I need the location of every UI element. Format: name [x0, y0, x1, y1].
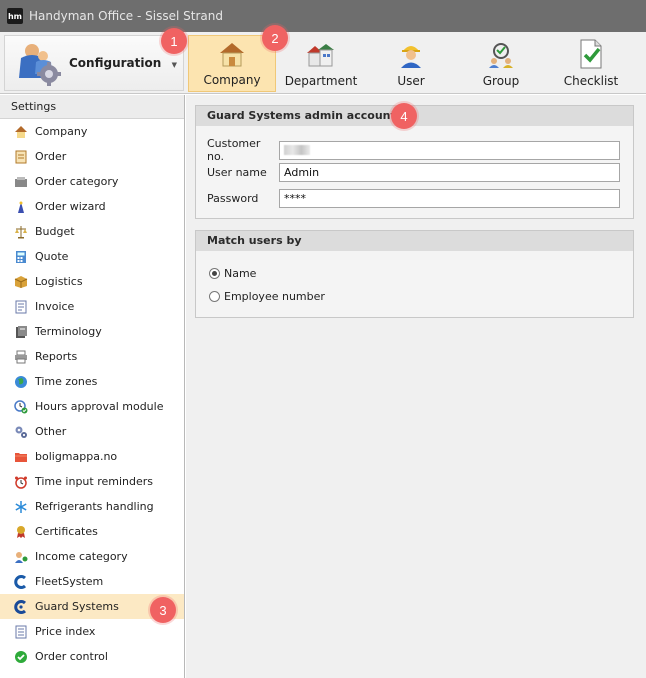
sidebar-item-order-wizard[interactable]: Order wizard: [0, 194, 184, 219]
buildings-icon: [307, 44, 334, 67]
tab-user[interactable]: User: [367, 35, 455, 92]
content-area: Guard Systems admin account Customer no.…: [186, 95, 646, 678]
alarm-icon: [15, 476, 27, 489]
house-icon: [220, 43, 244, 67]
sidebar-item-order-control[interactable]: Order control: [0, 644, 184, 669]
tab-checklist[interactable]: Checklist: [547, 35, 635, 92]
username-row: User name Admin: [207, 163, 620, 182]
customer-no-row: Customer no.: [207, 137, 620, 163]
customer-no-input[interactable]: [279, 140, 620, 160]
sidebar-header: Settings: [0, 95, 184, 119]
calculator-icon: [16, 250, 26, 263]
house-icon: [15, 125, 27, 138]
tab-group[interactable]: Group: [457, 35, 545, 92]
radio-button[interactable]: [209, 291, 220, 302]
sidebar-item-terminology[interactable]: Terminology: [0, 319, 184, 344]
scales-icon: [15, 225, 27, 238]
radio-label: Name: [224, 267, 257, 280]
checklist-icon: [580, 39, 602, 69]
username-input[interactable]: Admin: [279, 163, 620, 182]
annotation-badge: 3: [150, 597, 176, 623]
username-label: User name: [207, 166, 267, 179]
window-title: Handyman Office - Sissel Strand: [29, 9, 223, 23]
check-circle-icon: [15, 650, 27, 663]
sidebar-item-quote[interactable]: Quote: [0, 244, 184, 269]
radio-button[interactable]: [209, 268, 220, 279]
sidebar-item-invoice[interactable]: Invoice: [0, 294, 184, 319]
title-bar: hm Handyman Office - Sissel Strand: [0, 0, 646, 32]
gears-icon: [15, 426, 27, 438]
sidebar-item-income-category[interactable]: Income category: [0, 544, 184, 569]
configuration-button[interactable]: Configuration ▼: [4, 35, 184, 91]
worker-icon: [401, 46, 421, 68]
match-by-employee-number-option[interactable]: Employee number: [209, 290, 325, 303]
snowflake-icon: [15, 500, 27, 513]
dropdown-arrow-icon[interactable]: ▼: [172, 61, 177, 69]
tab-label: Checklist: [563, 74, 619, 88]
sidebar-item-reports[interactable]: Reports: [0, 344, 184, 369]
box-icon: [14, 275, 28, 288]
folder-icon: [15, 452, 27, 462]
category-icon: [15, 176, 27, 187]
password-row: Password ****: [207, 189, 620, 208]
match-users-panel: Match users by Name Employee number: [195, 230, 634, 318]
tab-label: Department: [284, 74, 358, 88]
password-input[interactable]: ****: [279, 189, 620, 208]
radio-label: Employee number: [224, 290, 325, 303]
annotation-badge: 2: [262, 25, 288, 51]
panel-title: Match users by: [196, 231, 633, 251]
sidebar-item-logistics[interactable]: Logistics: [0, 269, 184, 294]
app-logo: hm: [7, 8, 23, 24]
tab-label: Company: [203, 73, 261, 87]
settings-sidebar: Settings Company Order Order category Or…: [0, 95, 185, 678]
sidebar-item-price-index[interactable]: Price index: [0, 619, 184, 644]
annotation-badge: 4: [391, 103, 417, 129]
invoice-icon: [15, 300, 27, 313]
sidebar-item-boligmappa[interactable]: boligmappa.no: [0, 444, 184, 469]
ribbon: Configuration ▼ Company Department User: [0, 32, 646, 94]
price-index-icon: [15, 625, 27, 638]
sidebar-item-order-category[interactable]: Order category: [0, 169, 184, 194]
configuration-label: Configuration: [69, 56, 162, 70]
clock-check-icon: [14, 399, 28, 413]
sidebar-item-budget[interactable]: Budget: [0, 219, 184, 244]
sidebar-item-other[interactable]: Other: [0, 419, 184, 444]
wizard-icon: [18, 201, 24, 213]
tab-department[interactable]: Department: [277, 35, 365, 92]
sidebar-item-refrigerants-handling[interactable]: Refrigerants handling: [0, 494, 184, 519]
sidebar-item-order[interactable]: Order: [0, 144, 184, 169]
order-icon: [15, 150, 27, 163]
sidebar-item-time-zones[interactable]: Time zones: [0, 369, 184, 394]
fleet-icon: [14, 574, 27, 589]
sidebar-item-hours-approval-module[interactable]: Hours approval module: [0, 394, 184, 419]
guard-icon: [14, 599, 27, 614]
sidebar-item-certificates[interactable]: Certificates: [0, 519, 184, 544]
book-icon: [16, 325, 27, 338]
settings-list: Company Order Order category Order wizar…: [0, 119, 184, 669]
printer-icon: [15, 350, 27, 363]
globe-icon: [15, 375, 27, 388]
group-icon: [489, 43, 513, 68]
sidebar-item-time-input-reminders[interactable]: Time input reminders: [0, 469, 184, 494]
tab-label: User: [397, 74, 425, 88]
certificate-icon: [17, 525, 25, 538]
annotation-badge: 1: [161, 28, 187, 54]
users-gear-icon: [15, 38, 65, 88]
sidebar-item-company[interactable]: Company: [0, 119, 184, 144]
redacted-value: [284, 144, 310, 155]
sidebar-item-fleetsystem[interactable]: FleetSystem: [0, 569, 184, 594]
password-label: Password: [207, 192, 259, 205]
match-by-name-option[interactable]: Name: [209, 267, 256, 280]
customer-no-label: Customer no.: [207, 137, 261, 163]
income-icon: [15, 551, 28, 563]
tab-label: Group: [482, 74, 520, 88]
